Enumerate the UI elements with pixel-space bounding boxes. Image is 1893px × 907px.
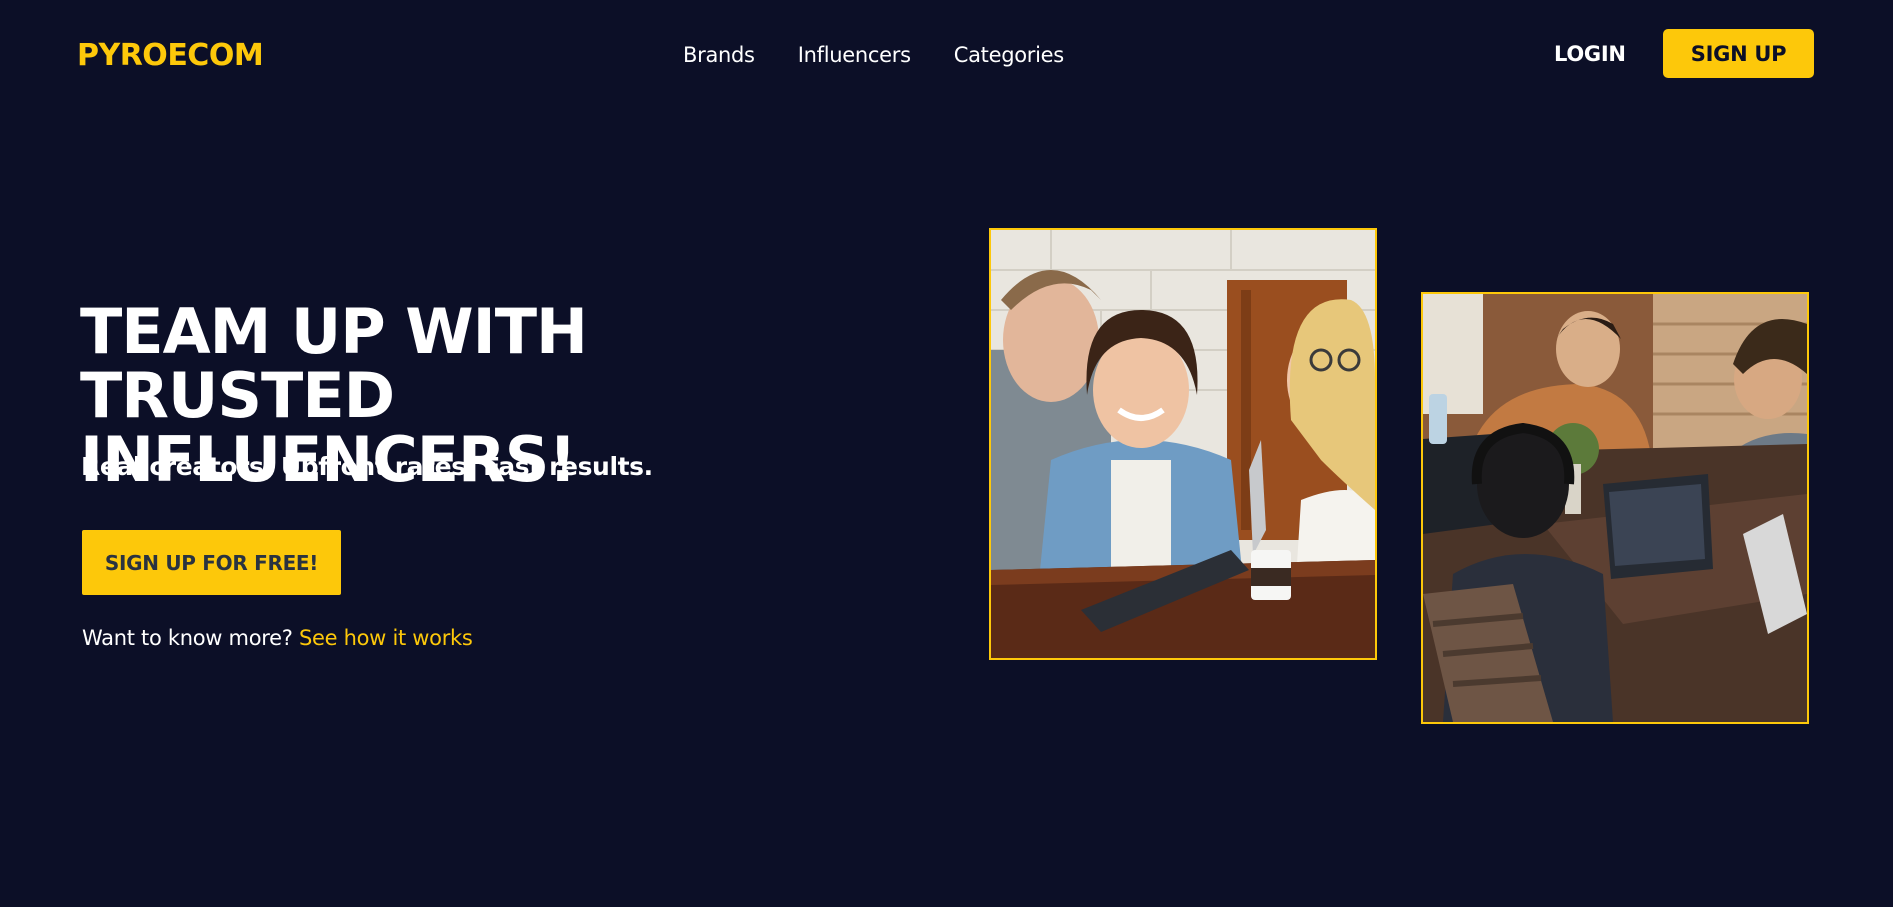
nav-item-categories[interactable]: Categories — [954, 43, 1065, 67]
signup-free-button[interactable]: SIGN UP FOR FREE! — [82, 530, 341, 595]
hero-subtitle: Real creators. Upfront rates. Fast resul… — [81, 452, 653, 481]
how-it-works-link[interactable]: See how it works — [299, 626, 473, 650]
login-link[interactable]: LOGIN — [1554, 42, 1626, 66]
learn-more-text: Want to know more? — [82, 626, 293, 650]
photo-people-cafe-tablet-icon — [991, 230, 1375, 658]
nav-item-influencers[interactable]: Influencers — [798, 43, 911, 67]
brand-logo[interactable]: PYROECOM — [77, 38, 264, 73]
main-nav: Brands Influencers Categories — [683, 43, 1064, 67]
hero-title-line-1: TEAM UP WITH TRUSTED — [80, 295, 588, 432]
landing-page: PYROECOM Brands Influencers Categories L… — [0, 0, 1893, 907]
nav-item-brands[interactable]: Brands — [683, 43, 755, 67]
learn-more: Want to know more? See how it works — [82, 626, 473, 650]
hero-photo-cafe — [989, 228, 1377, 660]
hero-photo-team — [1421, 292, 1809, 724]
signup-button[interactable]: SIGN UP — [1663, 29, 1814, 78]
photo-team-laptops-icon — [1423, 294, 1807, 722]
